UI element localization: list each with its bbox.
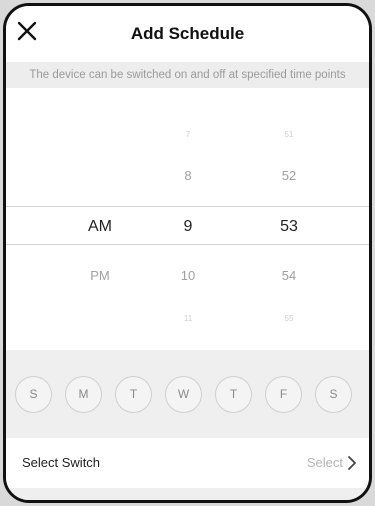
period-wheel[interactable]: AM PM	[70, 88, 130, 350]
hour-option-selected[interactable]: 9	[158, 218, 218, 236]
hour-wheel[interactable]: 7 8 9 10 11	[158, 88, 218, 350]
header: Add Schedule	[6, 6, 369, 62]
hour-option[interactable]: 8	[158, 168, 218, 183]
hour-option[interactable]: 10	[158, 268, 218, 283]
hour-option[interactable]: 11	[158, 314, 218, 323]
period-option-pm[interactable]: PM	[70, 268, 130, 283]
day-toggle-monday[interactable]: M	[65, 376, 102, 413]
minute-option[interactable]: 52	[259, 168, 319, 183]
minute-wheel[interactable]: 51 52 53 54 55	[259, 88, 319, 350]
day-toggle-thursday[interactable]: T	[215, 376, 252, 413]
minute-option[interactable]: 55	[259, 314, 319, 323]
period-option-am[interactable]: AM	[70, 218, 130, 236]
subtitle: The device can be switched on and off at…	[6, 62, 369, 88]
hour-option[interactable]: 7	[158, 130, 218, 139]
chevron-right-icon[interactable]	[347, 456, 357, 470]
day-toggle-saturday[interactable]: S	[315, 376, 352, 413]
select-switch-row[interactable]: Select Switch Select	[6, 438, 369, 488]
day-toggle-sunday[interactable]: S	[15, 376, 52, 413]
page-title: Add Schedule	[130, 24, 245, 43]
time-picker[interactable]: AM PM 7 8 9 10 11 51 52 53 54 55	[6, 88, 369, 350]
day-toggle-tuesday[interactable]: T	[115, 376, 152, 413]
minute-option[interactable]: 54	[259, 268, 319, 283]
phone-frame: Add Schedule The device can be switched …	[3, 3, 372, 503]
day-toggle-friday[interactable]: F	[265, 376, 302, 413]
select-switch-label: Select Switch	[22, 455, 101, 470]
minute-option-selected[interactable]: 53	[259, 218, 319, 236]
bottom-area	[6, 488, 369, 500]
repeat-days: S M T W T F S	[6, 350, 369, 438]
select-switch-value[interactable]: Select	[307, 455, 343, 470]
day-toggle-wednesday[interactable]: W	[165, 376, 202, 413]
minute-option[interactable]: 51	[259, 130, 319, 139]
